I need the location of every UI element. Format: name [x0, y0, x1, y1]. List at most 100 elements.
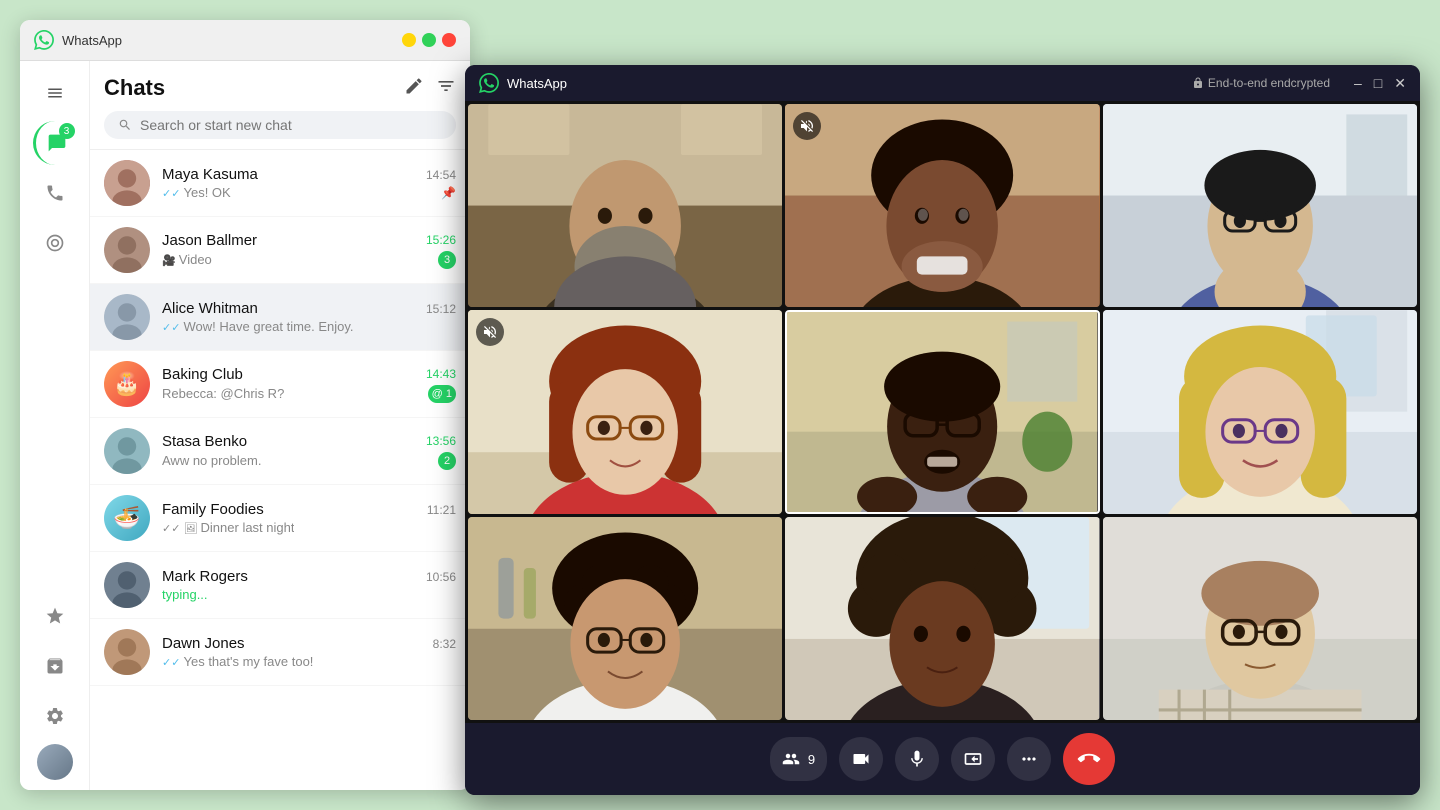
search-bar: [104, 111, 456, 139]
chat-preview-mark: typing...: [162, 587, 208, 602]
app-body: 3: [20, 61, 470, 790]
chat-preview-dawn: ✓✓ Yes that's my fave too!: [162, 654, 313, 669]
avatar-stasa: [104, 428, 150, 474]
sidebar-item-settings[interactable]: [33, 694, 77, 738]
chat-time-baking: 14:43: [426, 367, 456, 381]
window-controls: – □ ✕: [402, 33, 456, 47]
chat-name-family: Family Foodies: [162, 501, 264, 518]
chat-item-dawn[interactable]: Dawn Jones 8:32 ✓✓ Yes that's my fave to…: [90, 619, 470, 686]
new-chat-icon[interactable]: [404, 76, 424, 101]
chat-time-stasa: 13:56: [426, 434, 456, 448]
chat-name-row-baking: Baking Club 14:43: [162, 366, 456, 383]
chat-preview-row-alice: ✓✓ Wow! Have great time. Enjoy.: [162, 319, 456, 334]
chat-info-dawn: Dawn Jones 8:32 ✓✓ Yes that's my fave to…: [162, 635, 456, 669]
chat-time-mark: 10:56: [426, 570, 456, 584]
chat-info-maya: Maya Kasuma 14:54 ✓✓ Yes! OK 📌: [162, 166, 456, 200]
participants-button[interactable]: 9: [770, 737, 827, 781]
whatsapp-logo: [34, 30, 54, 50]
chat-preview-row-stasa: Aww no problem. 2: [162, 452, 456, 470]
unread-badge-stasa: 2: [438, 452, 456, 470]
call-window: WhatsApp End-to-end endcrypted – □ ✕: [465, 65, 1420, 795]
video-cell-4: [468, 310, 782, 513]
person-4-video: [468, 310, 782, 513]
avatar-family: 🍜: [104, 495, 150, 541]
status-icon: [45, 233, 65, 253]
chat-info-mark: Mark Rogers 10:56 typing...: [162, 568, 456, 602]
chat-name-baking: Baking Club: [162, 366, 243, 383]
participants-count: 9: [808, 752, 815, 767]
call-titlebar: WhatsApp End-to-end endcrypted – □ ✕: [465, 65, 1420, 101]
sidebar-item-menu[interactable]: [33, 71, 77, 115]
filter-icon[interactable]: [436, 76, 456, 101]
chat-item-jason[interactable]: Jason Ballmer 15:26 🎥 Video 3: [90, 217, 470, 284]
video-grid: 🔇: [465, 101, 1420, 723]
chat-info-baking: Baking Club 14:43 Rebecca: @Chris R? @ 1: [162, 366, 456, 403]
person-2-video: [785, 104, 1099, 307]
end-call-button[interactable]: [1063, 733, 1115, 785]
sidebar-item-archived[interactable]: [33, 644, 77, 688]
video-cell-6: [1103, 310, 1417, 513]
chat-name-alice: Alice Whitman: [162, 300, 258, 317]
chats-header-top: Chats: [104, 75, 456, 101]
chat-preview-row-mark: typing...: [162, 587, 456, 602]
chat-time-dawn: 8:32: [433, 637, 456, 651]
maximize-button[interactable]: □: [422, 33, 436, 47]
minimize-button[interactable]: –: [402, 33, 416, 47]
video-cell-9: [1103, 517, 1417, 720]
chat-item-stasa[interactable]: Stasa Benko 13:56 Aww no problem. 2: [90, 418, 470, 485]
more-options-button[interactable]: [1007, 737, 1051, 781]
chat-item-baking[interactable]: 🎂 Baking Club 14:43 Rebecca: @Chris R? @…: [90, 351, 470, 418]
compose-icon: [404, 76, 424, 96]
person-3-video: [1103, 104, 1417, 307]
close-button[interactable]: ✕: [442, 33, 456, 47]
chat-preview-row-family: ✓✓ 🖼 Dinner last night: [162, 520, 456, 535]
chat-preview-row-baking: Rebecca: @Chris R? @ 1: [162, 385, 456, 403]
chat-preview-alice: ✓✓ Wow! Have great time. Enjoy.: [162, 319, 354, 334]
video-cell-3: [1103, 104, 1417, 307]
avatar-mark-img: [104, 562, 150, 608]
encryption-text: End-to-end endcrypted: [1208, 76, 1330, 90]
titlebar-text: WhatsApp: [62, 33, 394, 48]
search-input[interactable]: [140, 117, 442, 133]
sidebar-item-calls[interactable]: [33, 171, 77, 215]
video-cell-5: [785, 310, 1099, 513]
more-icon: [1019, 749, 1039, 769]
chat-list: Maya Kasuma 14:54 ✓✓ Yes! OK 📌: [90, 150, 470, 790]
sidebar-item-chats[interactable]: 3: [33, 121, 77, 165]
avatar-maya: [104, 160, 150, 206]
person-7-video: [468, 517, 782, 720]
chat-item-alice[interactable]: Alice Whitman 15:12 ✓✓ Wow! Have great t…: [90, 284, 470, 351]
header-actions: [404, 76, 456, 101]
sidebar-item-starred[interactable]: [33, 594, 77, 638]
lock-icon: [1192, 77, 1204, 89]
chat-name-maya: Maya Kasuma: [162, 166, 258, 183]
my-profile-avatar[interactable]: [37, 744, 73, 780]
avatar-alice-img: [104, 294, 150, 340]
chat-time-jason: 15:26: [426, 233, 456, 247]
chat-name-row-jason: Jason Ballmer 15:26: [162, 232, 456, 249]
chat-item-mark[interactable]: Mark Rogers 10:56 typing...: [90, 552, 470, 619]
titlebar: WhatsApp – □ ✕: [20, 20, 470, 61]
video-toggle-button[interactable]: [839, 737, 883, 781]
chats-unread-badge: 3: [59, 123, 75, 139]
chat-name-row-stasa: Stasa Benko 13:56: [162, 433, 456, 450]
chat-time-maya: 14:54: [426, 168, 456, 182]
call-close-btn[interactable]: ✕: [1394, 75, 1406, 92]
call-minimize-btn[interactable]: –: [1354, 75, 1362, 92]
chat-info-stasa: Stasa Benko 13:56 Aww no problem. 2: [162, 433, 456, 470]
chat-name-row-mark: Mark Rogers 10:56: [162, 568, 456, 585]
avatar-dawn: [104, 629, 150, 675]
avatar-jason-img: [104, 227, 150, 273]
participants-icon: [782, 750, 800, 768]
mute-icon-4: [482, 324, 498, 340]
chats-title: Chats: [104, 75, 165, 101]
call-whatsapp-logo: [479, 73, 499, 93]
sidebar-item-status[interactable]: [33, 221, 77, 265]
call-maximize-btn[interactable]: □: [1374, 75, 1382, 92]
chat-item-maya[interactable]: Maya Kasuma 14:54 ✓✓ Yes! OK 📌: [90, 150, 470, 217]
person-1-video: [468, 104, 782, 307]
chat-info-alice: Alice Whitman 15:12 ✓✓ Wow! Have great t…: [162, 300, 456, 334]
mic-button[interactable]: [895, 737, 939, 781]
chat-item-family[interactable]: 🍜 Family Foodies 11:21 ✓✓ 🖼 Dinner last …: [90, 485, 470, 552]
screen-share-button[interactable]: [951, 737, 995, 781]
